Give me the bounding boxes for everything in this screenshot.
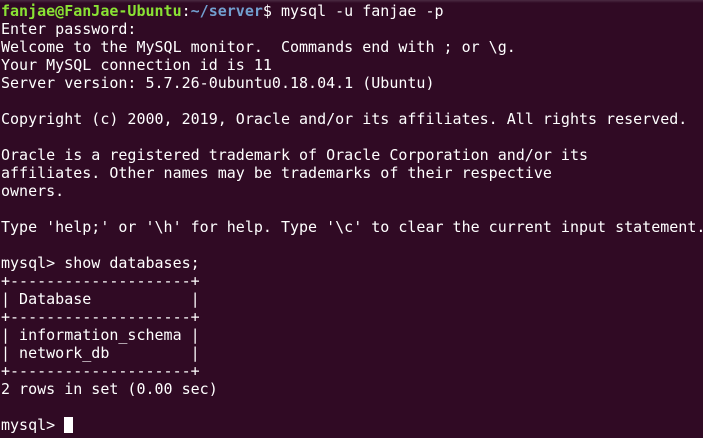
output-line: Welcome to the MySQL monitor. Commands e…	[1, 38, 516, 56]
output-line: Your MySQL connection id is 11	[1, 56, 272, 74]
mysql-prompt-line[interactable]: mysql>	[1, 416, 703, 434]
terminal-window[interactable]: fanjae@FanJae-Ubuntu:~/server$ mysql -u …	[1, 2, 703, 434]
table-row: | information_schema |	[1, 326, 200, 344]
text-cursor	[64, 417, 74, 433]
prompt-separator: :	[181, 2, 191, 20]
prompt-path: ~/server	[190, 2, 263, 20]
mysql-command-line: mysql> show databases;	[1, 254, 200, 272]
table-border: +--------------------+	[1, 362, 200, 380]
table-border: +--------------------+	[1, 308, 200, 326]
output-line: Copyright (c) 2000, 2019, Oracle and/or …	[1, 110, 688, 128]
prompt-command: mysql -u fanjae -p	[280, 2, 444, 20]
output-line: Type 'help;' or '\h' for help. Type '\c'…	[1, 218, 703, 236]
prompt-user-host: fanjae@FanJae-Ubuntu	[1, 2, 182, 20]
output-line: Server version: 5.7.26-0ubuntu0.18.04.1 …	[1, 74, 435, 92]
shell-prompt-line: fanjae@FanJae-Ubuntu:~/server$ mysql -u …	[1, 2, 703, 20]
output-line: affiliates. Other names may be trademark…	[1, 164, 552, 182]
prompt-symbol: $	[262, 2, 281, 20]
mysql-prompt: mysql>	[1, 416, 65, 434]
output-line: owners.	[1, 182, 65, 200]
output-line: Enter password:	[1, 20, 137, 38]
table-header-row: | Database |	[1, 290, 200, 308]
result-summary: 2 rows in set (0.00 sec)	[1, 380, 218, 398]
table-border: +--------------------+	[1, 272, 200, 290]
table-row: | network_db |	[1, 344, 200, 362]
output-line: Oracle is a registered trademark of Orac…	[1, 146, 588, 164]
